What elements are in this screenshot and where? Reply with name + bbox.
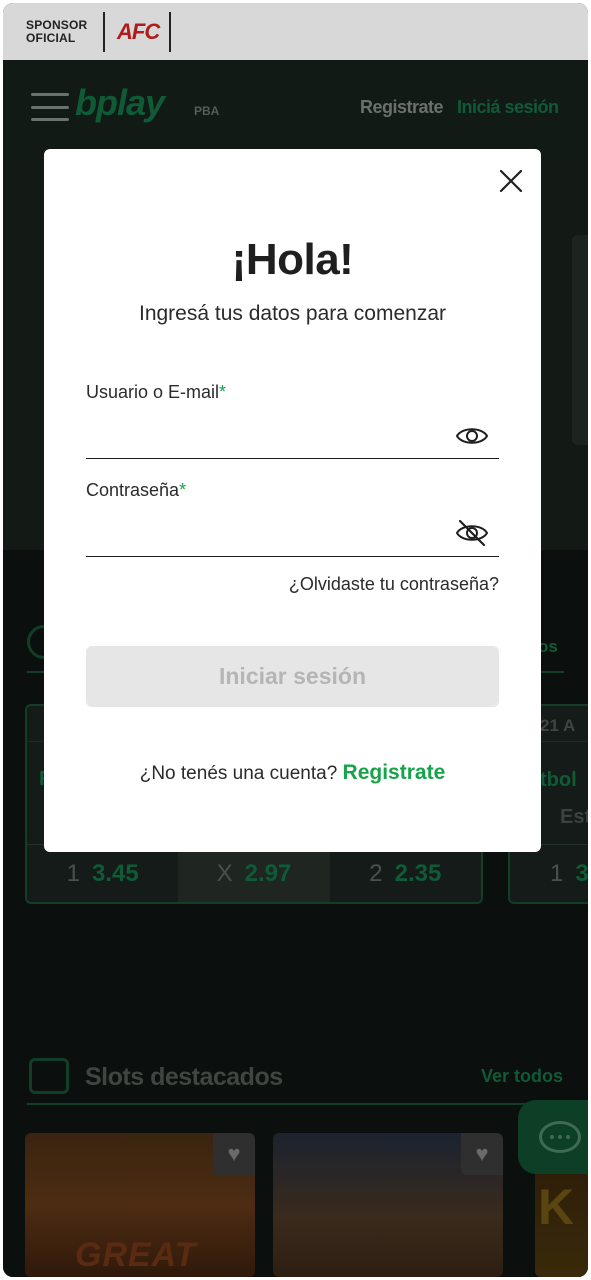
odd-value: 2.35 xyxy=(394,859,442,887)
eye-icon[interactable] xyxy=(454,421,490,451)
odd-away-button[interactable]: 2 2.35 xyxy=(330,845,481,902)
brand-region: PBA xyxy=(194,104,220,118)
required-mark: * xyxy=(219,382,227,402)
no-account-text: ¿No tenés una cuenta? xyxy=(139,763,338,784)
odd-value: 3.45 xyxy=(91,859,139,887)
odd-home-button[interactable]: 1 3.45 xyxy=(27,845,178,902)
sponsor-logo: AFC xyxy=(117,18,160,44)
match-card-sport: tbol xyxy=(540,769,577,791)
odd-key: 2 xyxy=(369,859,383,887)
odds-row: 1 3 xyxy=(510,844,588,902)
slots-section-title: Slots destacados xyxy=(85,1063,283,1091)
sponsor-divider xyxy=(169,11,172,52)
odd-key: 1 xyxy=(550,859,564,887)
forgot-password-link[interactable]: ¿Olvidaste tu contraseña? xyxy=(86,574,499,595)
odd-value: 2.97 xyxy=(244,859,292,887)
hero-next-slide xyxy=(572,235,588,445)
heart-icon[interactable]: ♥ xyxy=(461,1133,503,1175)
sponsor-label: SPONSOR OFICIAL xyxy=(26,17,88,45)
required-mark: * xyxy=(179,480,187,500)
odd-key: 1 xyxy=(66,859,80,887)
section-divider xyxy=(27,1103,564,1105)
register-link[interactable]: Registrate xyxy=(343,761,446,784)
password-input[interactable] xyxy=(86,517,499,557)
slot-machine-icon xyxy=(29,1058,69,1094)
login-submit-button[interactable]: Iniciar sesión xyxy=(86,646,499,707)
odds-row: 1 3.45 X 2.97 2 2.35 xyxy=(27,844,481,902)
slot-game-card[interactable]: ♥ GREAT xyxy=(25,1133,255,1277)
chat-button[interactable] xyxy=(518,1100,588,1174)
eye-off-icon[interactable] xyxy=(454,518,490,548)
close-icon[interactable] xyxy=(496,166,526,196)
odd-key: X xyxy=(216,859,233,887)
odd-home-button[interactable]: 1 3 xyxy=(510,845,588,902)
odd-draw-button[interactable]: X 2.97 xyxy=(178,845,330,902)
username-label-text: Usuario o E-mail xyxy=(86,382,220,402)
username-label: Usuario o E-mail* xyxy=(86,382,226,403)
chat-icon xyxy=(539,1121,581,1153)
odd-value: 3 xyxy=(575,859,588,887)
sponsor-bar: SPONSOR OFICIAL AFC xyxy=(3,3,588,60)
password-label-text: Contraseña xyxy=(86,480,180,500)
menu-icon[interactable] xyxy=(31,93,69,121)
slot-game-title: K xyxy=(538,1179,575,1235)
header-login-link[interactable]: Iniciá sesión xyxy=(457,97,559,118)
sponsor-divider xyxy=(103,11,105,52)
slot-game-title: GREAT xyxy=(75,1236,197,1274)
heart-icon[interactable]: ♥ xyxy=(213,1133,255,1175)
login-modal: ¡Hola! Ingresá tus datos para comenzar U… xyxy=(44,149,541,852)
register-prompt: ¿No tenés una cuenta? Registrate xyxy=(44,761,541,785)
username-input[interactable] xyxy=(86,419,499,459)
slots-see-all-link[interactable]: Ver todos xyxy=(481,1066,563,1087)
modal-subtitle: Ingresá tus datos para comenzar xyxy=(138,302,446,325)
brand-logo[interactable]: bplay xyxy=(75,82,165,124)
modal-title: ¡Hola! xyxy=(231,235,354,284)
match-card-date: 21 A xyxy=(540,716,576,735)
site-header: bplay PBA Registrate Iniciá sesión xyxy=(3,60,588,155)
header-register-link[interactable]: Registrate xyxy=(360,97,444,118)
match-card-team: Est xyxy=(560,806,588,828)
slot-game-card[interactable]: ♥ xyxy=(273,1133,503,1277)
password-label: Contraseña* xyxy=(86,480,186,501)
